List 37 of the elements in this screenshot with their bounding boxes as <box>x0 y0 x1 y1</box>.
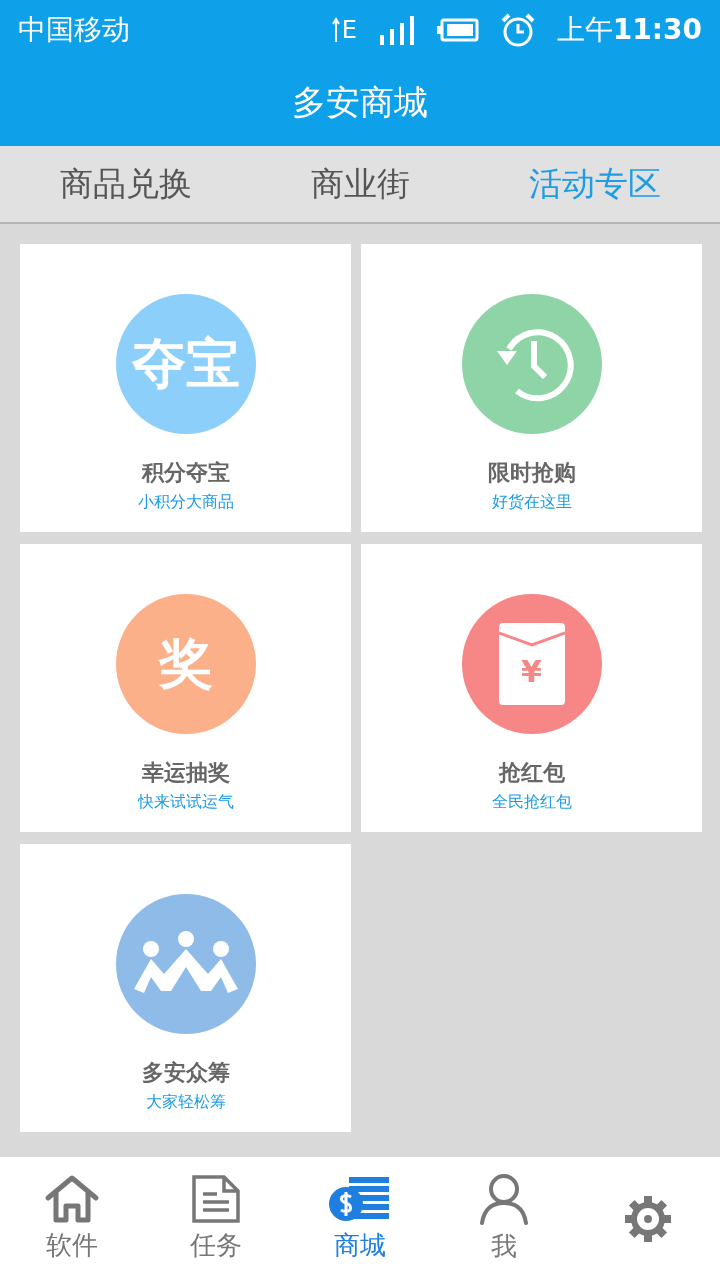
envelope-icon: ¥ <box>498 623 565 705</box>
person-icon <box>479 1173 529 1225</box>
settings-icon <box>623 1193 673 1244</box>
activity-card[interactable]: ¥ 抢红包 全民抢红包 <box>361 544 702 832</box>
carrier-name: 中国移动 <box>18 12 131 48</box>
battery-icon <box>436 18 479 42</box>
alarm-clock-icon <box>500 13 535 47</box>
document-icon <box>191 1174 241 1224</box>
clock-time: 上午11:30 <box>556 12 702 48</box>
card-title: 限时抢购 <box>487 459 576 487</box>
home-icon <box>44 1174 100 1224</box>
signal-icon <box>378 15 415 45</box>
card-title: 幸运抽奖 <box>141 759 230 787</box>
card-title: 抢红包 <box>498 759 565 787</box>
card-title: 多安众筹 <box>141 1059 230 1087</box>
nav-item[interactable]: 商城 <box>305 1174 415 1263</box>
page-title: 多安商城 <box>292 81 428 124</box>
activity-card[interactable]: 奖 幸运抽奖 快来试试运气 <box>20 544 351 832</box>
activity-card[interactable]: 多安众筹 大家轻松筹 <box>20 844 351 1132</box>
card-subtitle: 大家轻松筹 <box>145 1092 226 1113</box>
card-title: 积分夺宝 <box>141 459 230 487</box>
card-subtitle: 快来试试运气 <box>137 792 234 813</box>
logo-text: 夺宝 <box>130 330 241 397</box>
activity-card[interactable]: 限时抢购 好货在这里 <box>361 244 702 532</box>
nav-item[interactable]: 软件 <box>17 1174 127 1263</box>
logo-text: 奖 <box>157 630 214 697</box>
nav-item[interactable]: 任务 <box>161 1174 271 1263</box>
tab[interactable]: 商业街 <box>298 153 422 215</box>
activity-card[interactable]: 夺宝 积分夺宝 小积分大商品 <box>20 244 351 532</box>
network-type: E <box>341 16 357 44</box>
card-subtitle: 全民抢红包 <box>491 792 572 813</box>
tab[interactable]: 商品兑换 <box>47 153 204 215</box>
nav-item[interactable]: 我 <box>449 1173 559 1264</box>
card-subtitle: 好货在这里 <box>491 492 572 513</box>
coins-icon <box>329 1174 391 1224</box>
data-arrow-icon <box>331 17 340 43</box>
card-subtitle: 小积分大商品 <box>137 492 234 513</box>
